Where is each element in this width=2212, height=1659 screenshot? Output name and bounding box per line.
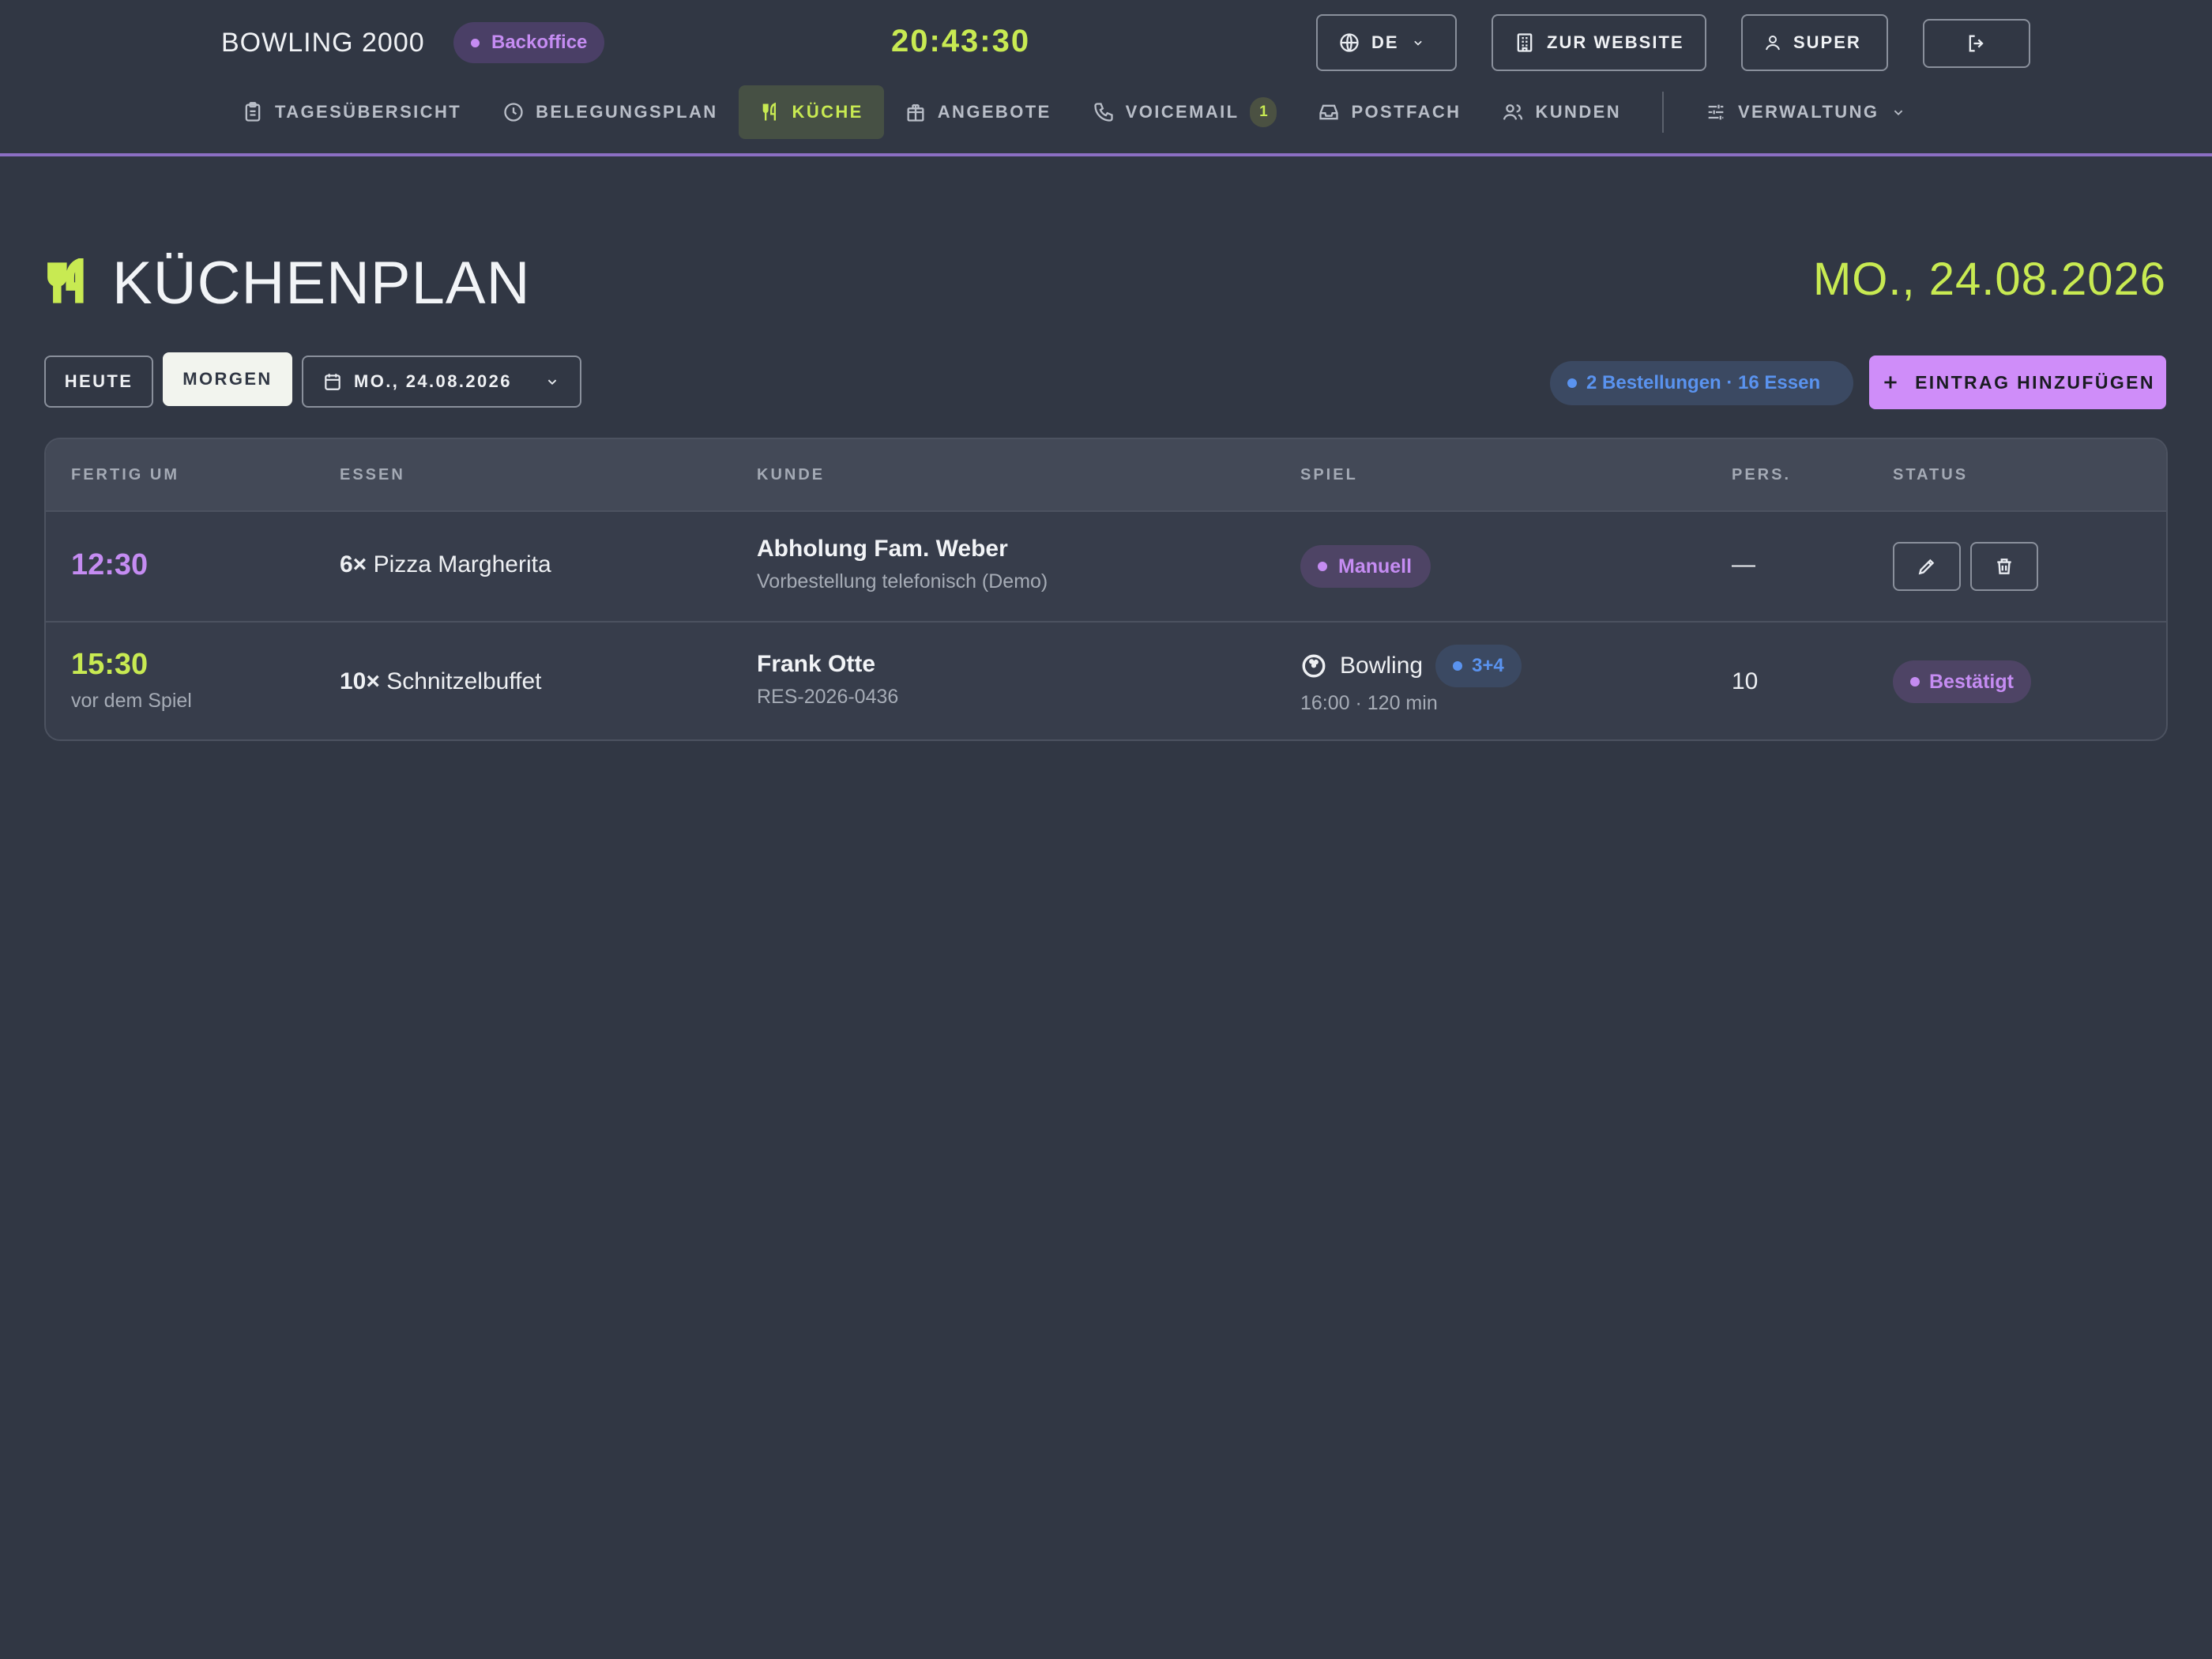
bowling-ball-icon [1302,654,1326,678]
status-badge: Bestätigt [1893,660,2031,703]
nav-item-postfach[interactable]: POSTFACH [1297,85,1481,139]
tomorrow-button[interactable]: MORGEN [163,352,292,406]
sliders-icon [1708,104,1724,120]
logout-icon [1969,35,1984,52]
nav-item-angebote[interactable]: ANGEBOTE [884,85,1072,139]
persons-count: — [1732,551,1755,577]
nav-label: TAGESÜBERSICHT [275,102,462,122]
nav-item-tagesuebersicht[interactable]: TAGESÜBERSICHT [221,85,482,139]
nav-label: VERWALTUNG [1737,102,1879,122]
live-clock: 20:43:30 [891,24,1031,58]
add-entry-label: EINTRAG HINZUFÜGEN [1915,371,2155,393]
manual-badge: Manuell [1300,545,1431,588]
language-select[interactable]: DE [1316,14,1457,71]
date-picker[interactable]: MO., 24.08.2026 [302,356,581,408]
nav-label: POSTFACH [1351,102,1462,122]
column-header-persons: PERS. [1732,466,1792,483]
date-picker-value: MO., 24.08.2026 [354,371,512,391]
meal-quantity: 10× [340,668,380,694]
nav-label: VOICEMAIL [1125,102,1240,122]
table-row[interactable]: 12:30 6× Pizza Margherita Abholung Fam. … [46,512,2166,623]
customer-note: Vorbestellung telefonisch (Demo) [757,570,1048,592]
website-label: ZUR WEBSITE [1547,32,1684,52]
meal-name: Schnitzelbuffet [386,668,542,694]
lane-badge: 3+4 [1435,645,1522,687]
meal-quantity: 6× [340,551,367,577]
order-summary-badge: 2 Bestellungen · 16 Essen [1550,361,1853,405]
delete-button[interactable] [1970,542,2038,591]
backoffice-badge: Backoffice [453,22,605,63]
table-row[interactable]: 15:30 vor dem Spiel 10× Schnitzelbuffet … [46,624,2166,739]
game-name: Bowling [1340,653,1424,679]
column-header-meal: ESSEN [340,466,405,483]
column-header-game: SPIEL [1300,466,1358,483]
trash-icon [1997,559,2011,574]
globe-icon [1340,33,1359,52]
nav-item-kunden[interactable]: KUNDEN [1481,85,1642,139]
persons-count: 10 [1732,668,1759,694]
nav-item-kueche[interactable]: KÜCHE [738,85,884,139]
user-menu-button[interactable]: SUPER [1741,14,1888,71]
game-time: 16:00 · 120 min [1300,692,1438,714]
ready-time-note: vor dem Spiel [71,690,192,712]
clock-icon [504,103,523,122]
user-label: SUPER [1793,32,1861,52]
page-title: KÜCHENPLAN [44,245,530,321]
table-header: FERTIG UM ESSEN KUNDE SPIEL PERS. STATUS [46,439,2166,512]
page-date: MO., 24.08.2026 [1812,254,2166,305]
customer-cell: Abholung Fam. Weber Vorbestellung telefo… [757,536,1048,593]
meal-cell: 10× Schnitzelbuffet [340,668,541,695]
building-icon [1517,33,1533,52]
top-bar: BOWLING 2000 Backoffice 20:43:30 DE ZUR … [0,0,2212,156]
nav-label: BELEGUNGSPLAN [536,102,718,122]
website-button[interactable]: ZUR WEBSITE [1492,14,1706,71]
edit-button[interactable] [1893,542,1961,591]
gift-icon [907,103,924,122]
language-label: DE [1371,32,1399,52]
ready-time: 12:30 [71,548,149,581]
today-button[interactable]: HEUTE [44,356,153,408]
brand-logo[interactable]: BOWLING 2000 [221,25,425,60]
plus-icon [1884,376,1897,389]
ready-time-cell: 15:30 vor dem Spiel [71,648,192,713]
customer-name[interactable]: Frank Otte [757,651,898,678]
column-header-status: STATUS [1893,466,1969,483]
customer-cell: Frank Otte RES-2026-0436 [757,651,898,709]
voicemail-count-badge: 1 [1250,97,1277,127]
nav-label: KUNDEN [1535,102,1621,122]
chevron-down-icon [547,379,557,386]
users-icon [1503,104,1523,120]
ready-time: 15:30 [71,648,149,681]
kitchen-table: FERTIG UM ESSEN KUNDE SPIEL PERS. STATUS… [44,438,2168,741]
game-cell: Bowling 3+4 16:00 · 120 min [1300,645,1522,715]
pencil-icon [1918,559,1935,575]
clipboard-icon [245,102,261,122]
main-nav: TAGESÜBERSICHT BELEGUNGSPLAN KÜCHE ANGEB… [221,85,1928,139]
utensils-icon [47,258,84,303]
customer-name[interactable]: Abholung Fam. Weber [757,536,1048,562]
column-header-customer: KUNDE [757,466,826,483]
user-icon [1766,36,1780,51]
logout-button[interactable] [1923,19,2030,68]
reservation-number[interactable]: RES-2026-0436 [757,686,898,709]
nav-label: KÜCHE [792,102,863,122]
meal-name: Pizza Margherita [373,551,551,577]
inbox-icon [1319,104,1339,120]
nav-item-voicemail[interactable]: VOICEMAIL 1 [1072,85,1298,139]
chevron-down-icon [1413,40,1422,46]
calendar-icon [325,374,340,390]
phone-icon [1093,103,1113,122]
nav-divider [1661,92,1664,133]
nav-item-belegungsplan[interactable]: BELEGUNGSPLAN [482,85,738,139]
utensils-icon [762,102,776,121]
meal-cell: 6× Pizza Margherita [340,551,551,578]
nav-label: ANGEBOTE [937,102,1051,122]
chevron-down-icon [1894,110,1903,116]
add-entry-button[interactable]: EINTRAG HINZUFÜGEN [1869,356,2166,409]
column-header-ready-at: FERTIG UM [71,466,179,483]
nav-item-verwaltung[interactable]: VERWALTUNG [1684,85,1928,139]
page-heading: KÜCHENPLAN [112,249,531,317]
